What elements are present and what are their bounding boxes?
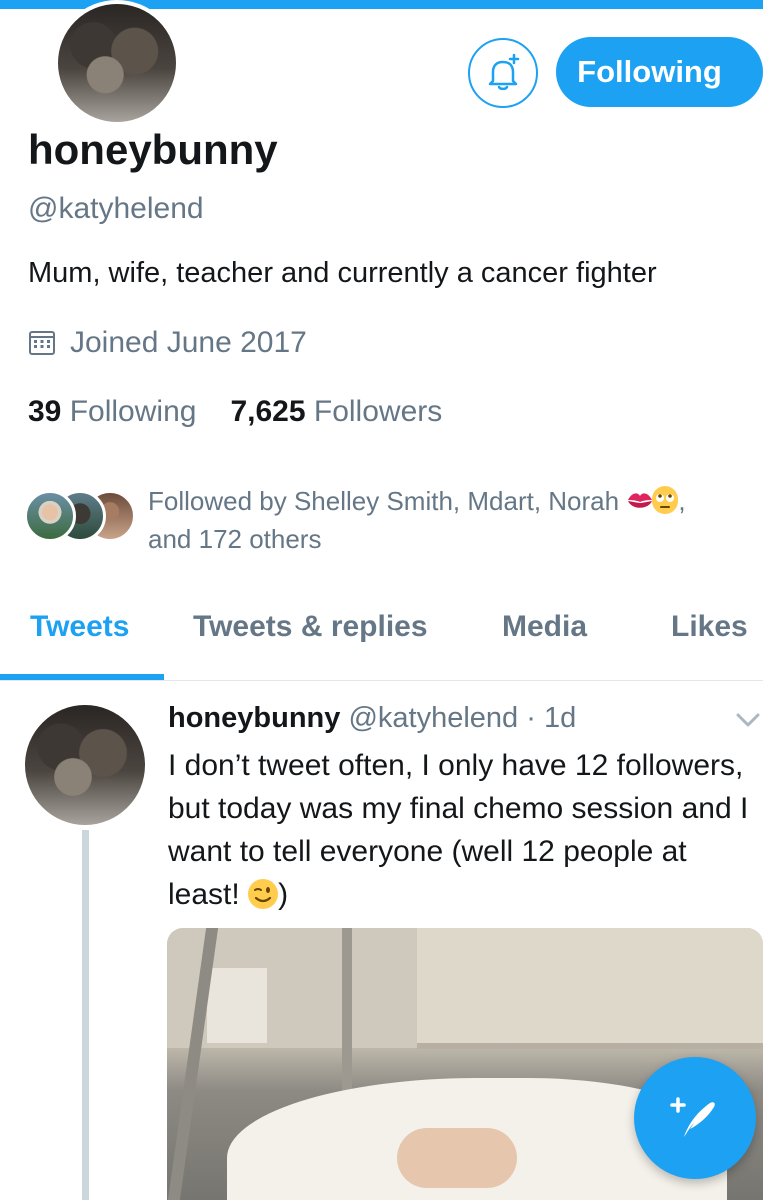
tweet-separator: · — [526, 702, 536, 734]
tweet-author-handle[interactable]: @katyhelend — [348, 702, 518, 734]
tweet-timestamp[interactable]: 1d — [544, 702, 576, 734]
followers-count-link[interactable]: 7,625 Followers — [230, 395, 442, 428]
notifications-button[interactable] — [468, 38, 538, 108]
following-button-label: Following — [577, 54, 722, 89]
tab-tweets-and-replies[interactable]: Tweets & replies — [193, 610, 428, 644]
tweet-menu-button[interactable] — [736, 712, 760, 733]
tweet-author-name[interactable]: honeybunny — [168, 702, 340, 734]
profile-bio: Mum, wife, teacher and currently a cance… — [28, 257, 657, 289]
followed-by-line1: Followed by Shelley Smith, Mdart, Norah — [148, 486, 620, 516]
tab-tweets[interactable]: Tweets — [30, 610, 129, 644]
compose-tweet-button[interactable] — [634, 1057, 756, 1179]
kiss-mark-emoji — [626, 486, 653, 512]
followed-by-line2: and 172 others — [148, 524, 322, 554]
tab-likes[interactable]: Likes — [671, 610, 748, 644]
profile-handle: @katyhelend — [28, 192, 204, 225]
tweet-author-avatar[interactable] — [25, 705, 145, 825]
profile-display-name: honeybunny — [28, 126, 278, 173]
followers-count: 7,625 — [230, 395, 306, 428]
face-with-rolling-eyes-emoji — [652, 486, 679, 514]
chevron-down-icon — [736, 713, 760, 727]
tweet-text: I don’t tweet often, I only have 12 foll… — [168, 744, 758, 916]
media-counter — [417, 928, 763, 1049]
compose-tweet-icon — [670, 1097, 715, 1137]
profile-avatar[interactable] — [54, 0, 180, 126]
bell-plus-icon — [488, 53, 520, 91]
tweet-header: honeybunny @katyhelend · 1d — [168, 702, 576, 735]
tabs-divider — [0, 680, 763, 681]
thread-connector-line — [82, 830, 89, 1200]
follow-counts: 39 Following 7,625 Followers — [28, 395, 442, 429]
calendar-icon — [29, 331, 55, 355]
followers-label: Followers — [313, 395, 443, 428]
media-cabinet — [207, 968, 267, 1043]
following-count: 39 — [28, 395, 62, 428]
joined-text: Joined June 2017 — [70, 326, 307, 359]
following-label: Following — [69, 395, 197, 428]
tab-media[interactable]: Media — [502, 610, 587, 644]
followed-by-comma: , — [678, 486, 686, 516]
followed-by-text[interactable]: Followed by Shelley Smith, Mdart, Norah … — [148, 482, 748, 558]
followed-by-avatars[interactable] — [24, 490, 138, 546]
winking-face-emoji — [248, 878, 279, 909]
following-count-link[interactable]: 39 Following — [28, 395, 196, 428]
following-button[interactable]: Following — [556, 37, 763, 107]
profile-tabs: Tweets Tweets & replies Media Likes — [0, 600, 763, 680]
joined-date: Joined June 2017 — [28, 326, 307, 360]
follower-avatar — [24, 490, 76, 542]
media-hand — [397, 1128, 517, 1188]
tweet-body-end: ) — [278, 878, 289, 911]
